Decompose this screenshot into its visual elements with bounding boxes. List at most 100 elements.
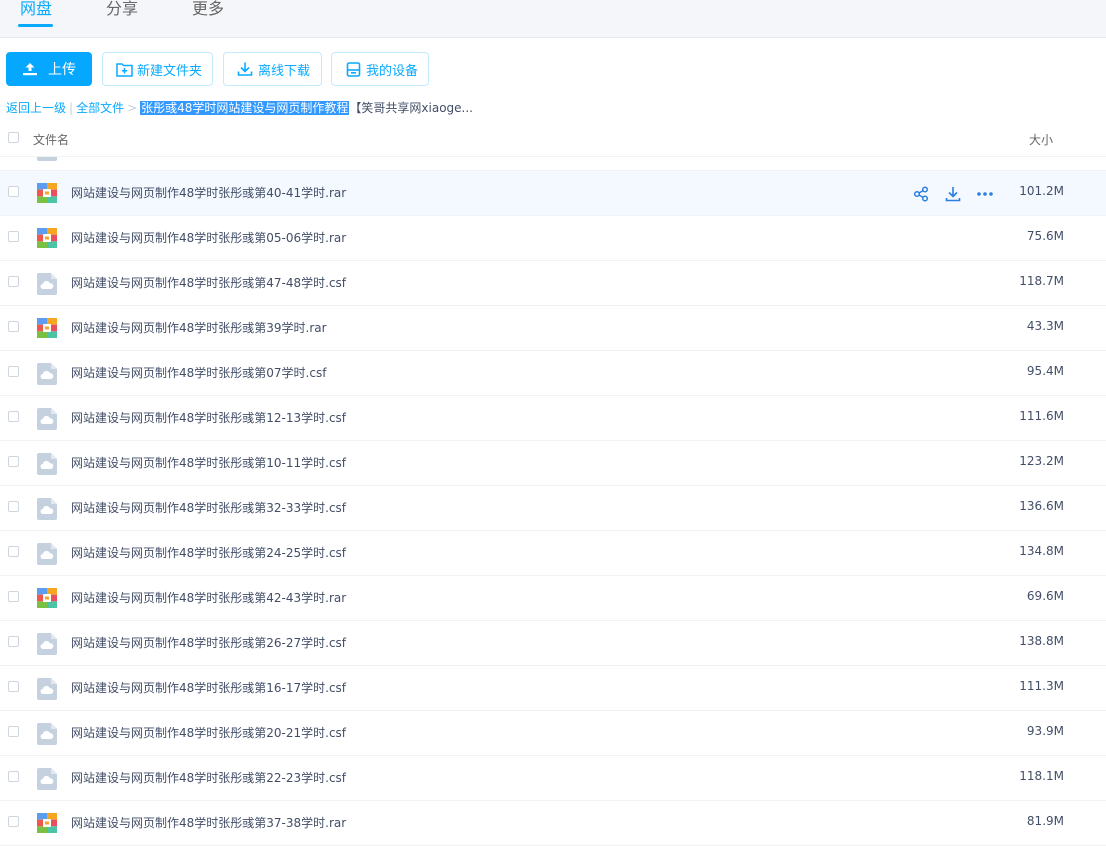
- row-checkbox[interactable]: [8, 231, 19, 242]
- share-icon[interactable]: [912, 185, 930, 203]
- row-checkbox[interactable]: [8, 366, 19, 377]
- download-icon[interactable]: [944, 185, 962, 203]
- file-name[interactable]: 网站建设与网页制作48学时张彤彧第42-43学时.rar: [71, 589, 346, 606]
- top-nav: 网盘 分享 更多: [0, 0, 1106, 38]
- row-checkbox[interactable]: [8, 636, 19, 647]
- file-name[interactable]: 网站建设与网页制作48学时张彤彧第20-21学时.csf: [71, 724, 346, 741]
- rar-file-icon: [37, 183, 57, 203]
- file-name[interactable]: 网站建设与网页制作48学时张彤彧第10-11学时.csf: [71, 454, 346, 471]
- row-checkbox[interactable]: [8, 681, 19, 692]
- file-size: 134.8M: [1019, 544, 1064, 558]
- offline-download-button[interactable]: 离线下载: [223, 52, 322, 86]
- file-name[interactable]: 网站建设与网页制作48学时张彤彧第24-25学时.csf: [71, 544, 346, 561]
- breadcrumb-back-link[interactable]: 返回上一级: [6, 101, 66, 115]
- active-tab-indicator: [18, 24, 53, 27]
- row-checkbox[interactable]: [8, 186, 19, 197]
- cloud-file-icon: [37, 273, 57, 295]
- cloud-file-icon: [37, 543, 57, 565]
- file-row[interactable]: 网站建设与网页制作48学时张彤彧第40-41学时.rar 101.2M: [0, 171, 1106, 216]
- file-name[interactable]: 网站建设与网页制作48学时张彤彧第22-23学时.csf: [71, 769, 346, 786]
- rar-file-icon: [37, 318, 57, 338]
- file-name[interactable]: 网站建设与网页制作48学时张彤彧第47-48学时.csf: [71, 274, 346, 291]
- cloud-file-icon: [37, 363, 57, 385]
- tab-netdisk[interactable]: 网盘: [20, 0, 52, 19]
- file-row[interactable]: 网站建设与网页制作48学时张彤彧第07学时.csf 95.4M: [0, 351, 1106, 396]
- file-name[interactable]: 网站建设与网页制作48学时张彤彧第39学时.rar: [71, 319, 327, 336]
- more-icon[interactable]: [976, 185, 994, 203]
- offline-download-label: 离线下载: [258, 63, 311, 79]
- file-name[interactable]: 网站建设与网页制作48学时张彤彧第05-06学时.rar: [71, 229, 346, 246]
- partial-row: [0, 157, 1106, 171]
- row-checkbox[interactable]: [8, 591, 19, 602]
- file-name[interactable]: 网站建设与网页制作48学时张彤彧第40-41学时.rar: [71, 184, 346, 201]
- row-checkbox[interactable]: [8, 456, 19, 467]
- breadcrumb-root-link[interactable]: 全部文件: [76, 101, 124, 115]
- new-folder-label: 新建文件夹: [137, 63, 203, 79]
- row-checkbox[interactable]: [8, 276, 19, 287]
- cloud-file-icon: [37, 498, 57, 520]
- file-size: 69.6M: [1026, 589, 1064, 603]
- breadcrumb: 返回上一级 | 全部文件 > 张彤彧48学时网站建设与网页制作教程【笑哥共享网xiaog…: [6, 99, 473, 117]
- cloud-file-icon: [37, 157, 57, 161]
- row-checkbox[interactable]: [8, 501, 19, 512]
- file-size: 101.2M: [1019, 184, 1064, 198]
- row-checkbox[interactable]: [8, 546, 19, 557]
- breadcrumb-current: 张彤彧48学时网站建设与网页制作教程: [140, 101, 350, 115]
- file-name[interactable]: 网站建设与网页制作48学时张彤彧第12-13学时.csf: [71, 409, 346, 426]
- file-name[interactable]: 网站建设与网页制作48学时张彤彧第37-38学时.rar: [71, 814, 346, 831]
- cloud-file-icon: [37, 723, 57, 745]
- cloud-file-icon: [37, 408, 57, 430]
- breadcrumb-current-tail: 【笑哥共享网xiaoge...: [349, 101, 473, 115]
- rar-file-icon: [37, 228, 57, 248]
- tab-more[interactable]: 更多: [192, 0, 224, 19]
- file-name[interactable]: 网站建设与网页制作48学时张彤彧第16-17学时.csf: [71, 679, 346, 696]
- file-size: 123.2M: [1019, 454, 1064, 468]
- file-row[interactable]: 网站建设与网页制作48学时张彤彧第37-38学时.rar 81.9M: [0, 801, 1106, 846]
- file-row[interactable]: 网站建设与网页制作48学时张彤彧第32-33学时.csf 136.6M: [0, 486, 1106, 531]
- file-row[interactable]: 网站建设与网页制作48学时张彤彧第20-21学时.csf 93.9M: [0, 711, 1106, 756]
- file-row[interactable]: 网站建设与网页制作48学时张彤彧第42-43学时.rar 69.6M: [0, 576, 1106, 621]
- column-header-size[interactable]: 大小: [1029, 131, 1053, 148]
- select-all-checkbox[interactable]: [8, 132, 19, 143]
- row-checkbox[interactable]: [8, 816, 19, 827]
- column-header-name[interactable]: 文件名: [33, 131, 69, 148]
- device-icon: [344, 60, 362, 78]
- file-row[interactable]: 网站建设与网页制作48学时张彤彧第26-27学时.csf 138.8M: [0, 621, 1106, 666]
- breadcrumb-divider: |: [69, 101, 74, 115]
- file-name[interactable]: 网站建设与网页制作48学时张彤彧第07学时.csf: [71, 364, 326, 381]
- file-size: 95.4M: [1026, 364, 1064, 378]
- cloud-file-icon: [37, 453, 57, 475]
- row-checkbox[interactable]: [8, 771, 19, 782]
- upload-button[interactable]: 上传: [6, 52, 92, 86]
- breadcrumb-separator: >: [127, 101, 138, 115]
- row-checkbox[interactable]: [8, 321, 19, 332]
- file-row[interactable]: 网站建设与网页制作48学时张彤彧第39学时.rar 43.3M: [0, 306, 1106, 351]
- upload-icon: [21, 60, 39, 78]
- file-row[interactable]: 网站建设与网页制作48学时张彤彧第12-13学时.csf 111.6M: [0, 396, 1106, 441]
- file-row[interactable]: 网站建设与网页制作48学时张彤彧第05-06学时.rar 75.6M: [0, 216, 1106, 261]
- new-folder-button[interactable]: 新建文件夹: [102, 52, 213, 86]
- file-row[interactable]: 网站建设与网页制作48学时张彤彧第16-17学时.csf 111.3M: [0, 666, 1106, 711]
- cloud-file-icon: [37, 633, 57, 655]
- file-size: 136.6M: [1019, 499, 1064, 513]
- file-table-header: 文件名 大小: [0, 128, 1106, 157]
- download-icon: [236, 60, 254, 78]
- row-checkbox[interactable]: [8, 726, 19, 737]
- rar-file-icon: [37, 588, 57, 608]
- file-size: 138.8M: [1019, 634, 1064, 648]
- file-row[interactable]: 网站建设与网页制作48学时张彤彧第47-48学时.csf 118.7M: [0, 261, 1106, 306]
- file-size: 111.6M: [1019, 409, 1064, 423]
- file-row[interactable]: 网站建设与网页制作48学时张彤彧第24-25学时.csf 134.8M: [0, 531, 1106, 576]
- file-name[interactable]: 网站建设与网页制作48学时张彤彧第26-27学时.csf: [71, 634, 346, 651]
- file-list: 网站建设与网页制作48学时张彤彧第40-41学时.rar 101.2M 网站建设与网…: [0, 171, 1106, 846]
- file-row[interactable]: 网站建设与网页制作48学时张彤彧第10-11学时.csf 123.2M: [0, 441, 1106, 486]
- row-actions: [912, 185, 994, 203]
- my-devices-button[interactable]: 我的设备: [331, 52, 429, 86]
- file-size: 75.6M: [1026, 229, 1064, 243]
- my-devices-label: 我的设备: [366, 63, 419, 79]
- row-checkbox[interactable]: [8, 411, 19, 422]
- file-name[interactable]: 网站建设与网页制作48学时张彤彧第32-33学时.csf: [71, 499, 346, 516]
- tab-share[interactable]: 分享: [106, 0, 138, 19]
- file-row[interactable]: 网站建设与网页制作48学时张彤彧第22-23学时.csf 118.1M: [0, 756, 1106, 801]
- file-size: 93.9M: [1026, 724, 1064, 738]
